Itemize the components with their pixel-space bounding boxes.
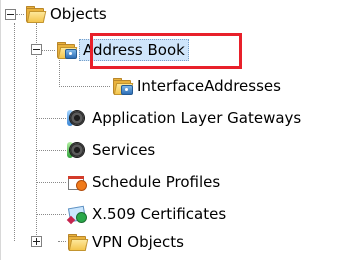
- tree-item-vpn-objects[interactable]: VPN Objects: [67, 231, 186, 253]
- tree-connector: [37, 118, 66, 119]
- tree-item-services[interactable]: Services: [67, 139, 157, 161]
- tree-item-schedule-profiles[interactable]: Schedule Profiles: [67, 171, 222, 193]
- tree-item-application-layer-gateways[interactable]: Application Layer Gateways: [67, 107, 303, 129]
- tree-connector: [37, 182, 66, 183]
- expand-toggle-vpn-objects[interactable]: [31, 236, 42, 247]
- tree-connector: [16, 14, 24, 15]
- tree-item-label: Services: [92, 141, 156, 159]
- tree-connector: [37, 214, 66, 215]
- services-gear-icon: [67, 141, 87, 159]
- folder-icon: [67, 233, 89, 251]
- address-folder-icon: [112, 77, 134, 95]
- tree-item-label: Schedule Profiles: [92, 173, 221, 191]
- tree-connector: [58, 241, 66, 242]
- tree-item-label: Objects: [50, 5, 107, 23]
- tree-item-interface-addresses[interactable]: InterfaceAddresses: [112, 75, 283, 97]
- tree-connector: [37, 150, 66, 151]
- tree-item-x509-certificates[interactable]: X.509 Certificates: [66, 203, 228, 225]
- pane-edge: [0, 0, 1, 260]
- tree-connector: [36, 23, 37, 241]
- address-book-folder-icon: [56, 41, 78, 59]
- certificate-icon: [66, 205, 87, 225]
- gear-icon: [67, 109, 87, 127]
- tree-item-label: X.509 Certificates: [92, 205, 227, 223]
- tree-connector: [59, 86, 110, 87]
- tree-item-label: Application Layer Gateways: [92, 109, 302, 127]
- tree-item-label: InterfaceAddresses: [137, 77, 281, 95]
- folder-icon: [25, 5, 47, 23]
- collapse-toggle-objects[interactable]: [5, 9, 16, 20]
- tree-item-objects[interactable]: Objects: [25, 3, 109, 25]
- object-tree: Objects Address Book InterfaceAddresses …: [0, 0, 353, 260]
- highlight-box: [90, 33, 242, 69]
- tree-connector: [14, 23, 15, 241]
- tree-item-label: VPN Objects: [92, 233, 184, 251]
- calendar-clock-icon: [67, 173, 87, 191]
- collapse-toggle-address-book[interactable]: [31, 44, 42, 55]
